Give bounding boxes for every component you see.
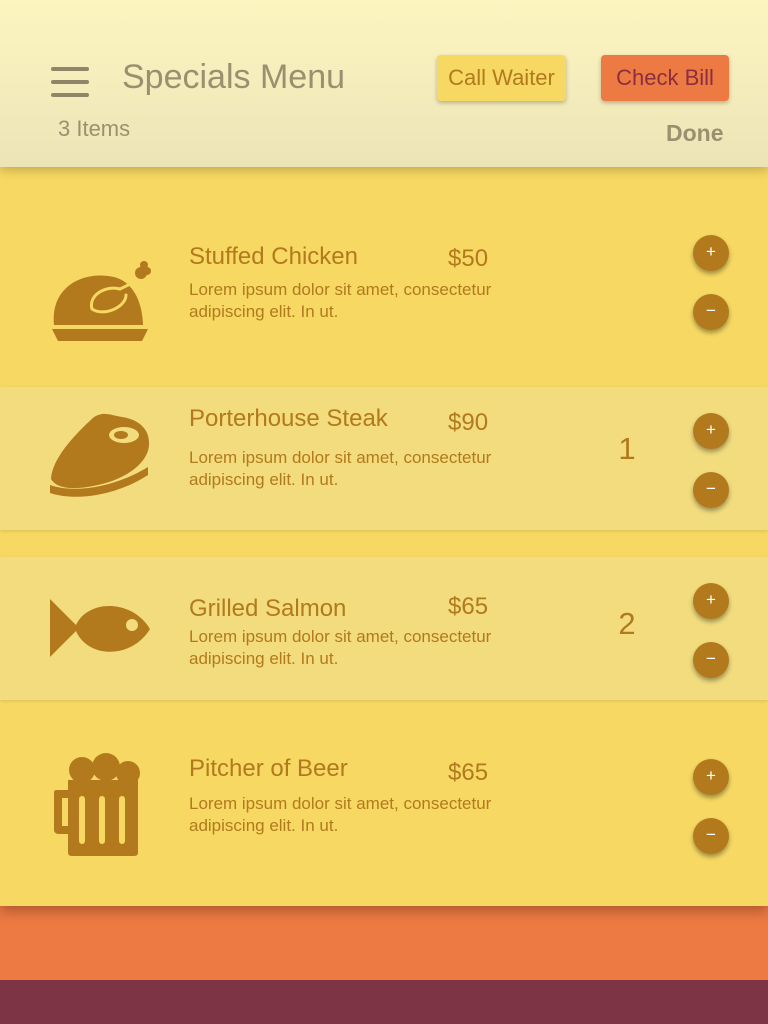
decrease-quantity-button[interactable]: − [693,472,729,508]
menu-item-description: Lorem ipsum dolor sit amet, consectetur … [189,627,492,668]
menu-item-row: Stuffed Chicken $50 Lorem ipsum dolor si… [0,188,768,386]
menu-item-row: Pitcher of Beer $65 Lorem ipsum dolor si… [0,701,768,906]
increase-quantity-button[interactable]: + [693,583,729,619]
menu-item-row: Grilled Salmon $65 Lorem ipsum dolor sit… [0,557,768,700]
menu-item-name: Grilled Salmon [189,595,347,622]
steak-icon [48,405,152,509]
menu-item-row: Porterhouse Steak $90 Lorem ipsum dolor … [0,387,768,530]
decrease-quantity-button[interactable]: − [693,642,729,678]
menu-item-name: Porterhouse Steak [189,405,388,432]
app-header: Specials Menu 3 Items Call Waiter Check … [0,0,768,167]
menu-item-name: Pitcher of Beer [189,755,348,782]
menu-item-name: Stuffed Chicken [189,243,358,270]
increase-quantity-button[interactable]: + [693,235,729,271]
menu-item-description: Lorem ipsum dolor sit amet, consectetur … [189,448,492,489]
page-title: Specials Menu [122,58,346,96]
menu-item-price: $65 [448,759,489,786]
item-count: 3 Items [58,116,131,141]
decrease-quantity-button[interactable]: − [693,294,729,330]
decrease-quantity-button[interactable]: − [693,818,729,854]
done-button[interactable]: Done [666,120,724,147]
check-bill-button[interactable]: Check Bill [601,55,729,101]
chicken-icon [48,237,152,341]
increase-quantity-button[interactable]: + [693,413,729,449]
beer-icon [48,752,152,856]
fish-icon [48,575,152,679]
hamburger-menu-icon[interactable] [51,67,89,97]
menu-item-description: Lorem ipsum dolor sit amet, consectetur … [189,794,492,835]
menu-item-description: Lorem ipsum dolor sit amet, consectetur … [189,280,492,321]
menu-item-price: $65 [448,593,489,620]
call-waiter-button[interactable]: Call Waiter [437,55,566,101]
menu-item-quantity: 1 [618,431,636,466]
menu-item-price: $50 [448,245,489,272]
increase-quantity-button[interactable]: + [693,759,729,795]
menu-panel: Stuffed Chicken $50 Lorem ipsum dolor si… [0,160,768,906]
menu-item-quantity: 2 [618,606,636,641]
menu-item-price: $90 [448,409,489,436]
